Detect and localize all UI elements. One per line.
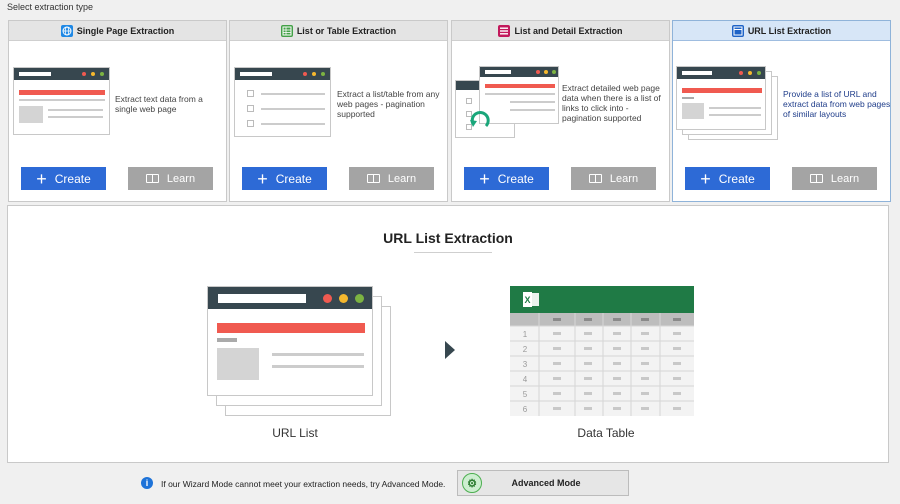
- learn-label: Learn: [609, 172, 639, 185]
- svg-text:X: X: [524, 295, 530, 305]
- create-list-detail-button[interactable]: + Create: [464, 167, 549, 190]
- footer-hint: If our Wizard Mode cannot meet your extr…: [161, 479, 446, 489]
- card-description: Extract detailed web page data when ther…: [562, 83, 661, 123]
- table-icon: [280, 24, 293, 37]
- detail-panel: URL List Extraction X 1 2 3 4 5 6 URL Li…: [7, 205, 889, 463]
- create-single-page-button[interactable]: + Create: [21, 167, 106, 190]
- row-number: 5: [523, 390, 528, 399]
- card-title: List and Detail Extraction: [452, 21, 669, 41]
- plus-icon: +: [36, 168, 47, 189]
- url-list-icon: [731, 24, 744, 37]
- learn-label: Learn: [830, 172, 860, 185]
- card-title-text: List and Detail Extraction: [514, 25, 623, 36]
- card-title-text: List or Table Extraction: [296, 25, 397, 36]
- card-single-page[interactable]: Single Page Extraction Extract text data…: [8, 20, 227, 202]
- card-list-detail[interactable]: List and Detail Extraction Extract detai…: [451, 20, 670, 202]
- advanced-mode-label: Advanced Mode: [511, 478, 581, 488]
- data-table-caption: Data Table: [577, 426, 635, 440]
- row-number: 4: [523, 375, 528, 384]
- refresh-arrow-icon: [470, 111, 490, 128]
- learn-url-list-button[interactable]: Learn: [792, 167, 877, 190]
- card-description: Provide a list of URL and extract data f…: [783, 89, 891, 119]
- book-icon: [366, 174, 380, 183]
- create-label: Create: [497, 171, 534, 186]
- create-label: Create: [54, 171, 91, 186]
- plus-icon: +: [479, 168, 490, 189]
- plus-icon: +: [700, 168, 711, 189]
- card-description: Extract text data from a single web page: [115, 94, 203, 114]
- create-url-list-button[interactable]: + Create: [685, 167, 770, 190]
- gear-icon: ⚙: [462, 473, 482, 493]
- learn-list-table-button[interactable]: Learn: [349, 167, 434, 190]
- learn-label: Learn: [387, 172, 417, 185]
- book-icon: [588, 174, 602, 183]
- url-list-caption: URL List: [272, 426, 318, 440]
- card-title: URL List Extraction: [673, 21, 890, 41]
- row-number: 3: [523, 360, 528, 369]
- data-table-illustration: X 1 2 3 4 5 6: [510, 286, 694, 416]
- book-icon: [809, 174, 823, 183]
- footer-bar: i If our Wizard Mode cannot meet your ex…: [0, 470, 900, 498]
- arrow-right-icon: [445, 341, 455, 359]
- learn-list-detail-button[interactable]: Learn: [571, 167, 656, 190]
- row-number: 2: [523, 345, 528, 354]
- url-list-large-illustration: [207, 286, 393, 418]
- card-list-table[interactable]: List or Table Extraction Extract a list/…: [229, 20, 448, 202]
- panel-title: URL List Extraction: [383, 230, 513, 246]
- row-number: 1: [523, 330, 528, 339]
- title-divider: [414, 252, 492, 253]
- create-label: Create: [275, 171, 312, 186]
- create-label: Create: [718, 171, 755, 186]
- learn-label: Learn: [166, 172, 196, 185]
- card-title: List or Table Extraction: [230, 21, 447, 41]
- card-title-text: URL List Extraction: [747, 25, 832, 36]
- list-detail-icon: [498, 24, 511, 37]
- section-label: Select extraction type: [7, 2, 94, 12]
- learn-single-page-button[interactable]: Learn: [128, 167, 213, 190]
- create-list-table-button[interactable]: + Create: [242, 167, 327, 190]
- card-title-text: Single Page Extraction: [76, 25, 175, 36]
- excel-icon: X: [523, 292, 539, 307]
- advanced-mode-button[interactable]: ⚙ Advanced Mode: [457, 470, 629, 496]
- plus-icon: +: [257, 168, 268, 189]
- card-description: Extract a list/table from any web pages …: [337, 89, 440, 119]
- card-title: Single Page Extraction: [9, 21, 226, 41]
- row-number: 6: [523, 405, 528, 414]
- book-icon: [145, 174, 159, 183]
- card-url-list[interactable]: URL List Extraction Provide a list of UR…: [672, 20, 891, 202]
- globe-icon: [60, 24, 73, 37]
- info-icon: i: [141, 477, 153, 489]
